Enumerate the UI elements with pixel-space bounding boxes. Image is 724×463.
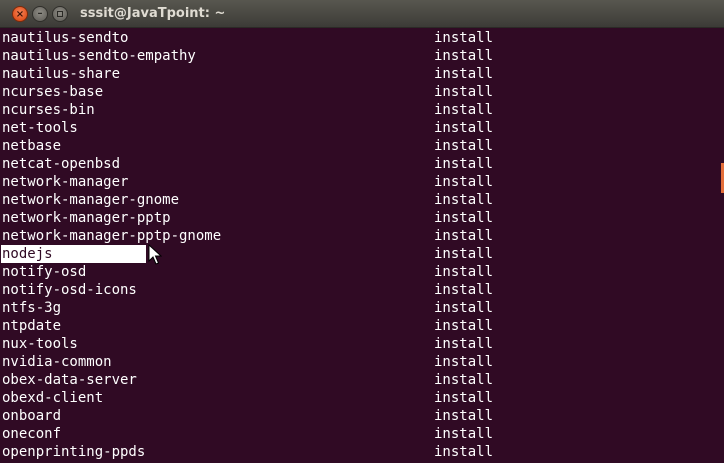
package-action: install: [434, 390, 494, 406]
package-name: nodejs: [1, 245, 146, 263]
package-name: ntpdate: [2, 318, 62, 334]
package-action: install: [434, 336, 494, 352]
package-action: install: [434, 246, 494, 262]
minimize-button[interactable]: –: [32, 6, 48, 22]
package-name: ncurses-base: [2, 84, 104, 100]
terminal-row[interactable]: openprinting-ppds install: [0, 443, 718, 461]
terminal-row[interactable]: nux-tools install: [0, 335, 718, 353]
terminal-row[interactable]: netbase install: [0, 137, 718, 155]
package-action: install: [434, 264, 494, 280]
package-action: install: [434, 282, 494, 298]
close-icon: ×: [15, 9, 25, 20]
maximize-button[interactable]: [52, 6, 68, 22]
package-action: install: [434, 228, 494, 244]
maximize-icon: [57, 11, 63, 17]
window-title: sssit@JavaTpoint: ~: [80, 6, 226, 21]
terminal-row-selected[interactable]: nodejs install: [0, 245, 718, 263]
terminal-row[interactable]: ncurses-bin install: [0, 101, 718, 119]
package-action: install: [434, 156, 494, 172]
package-name: network-manager-gnome: [2, 192, 180, 208]
package-name: netbase: [2, 138, 62, 154]
terminal-row[interactable]: oneconf install: [0, 425, 718, 443]
terminal-row[interactable]: ntpdate install: [0, 317, 718, 335]
mouse-pointer-icon: [148, 244, 162, 265]
terminal-row[interactable]: nautilus-sendto-empathy install: [0, 47, 718, 65]
terminal-row[interactable]: obexd-client install: [0, 389, 718, 407]
package-name: obex-data-server: [2, 372, 137, 388]
terminal-row[interactable]: obex-data-server install: [0, 371, 718, 389]
package-name: netcat-openbsd: [2, 156, 121, 172]
package-action: install: [434, 48, 494, 64]
package-action: install: [434, 138, 494, 154]
terminal-row[interactable]: network-manager-pptp-gnome install: [0, 227, 718, 245]
package-action: install: [434, 408, 494, 424]
package-action: install: [434, 66, 494, 82]
package-action: install: [434, 30, 494, 46]
terminal-row[interactable]: network-manager-pptp install: [0, 209, 718, 227]
terminal-row[interactable]: ntfs-3g install: [0, 299, 718, 317]
terminal-row[interactable]: onboard install: [0, 407, 718, 425]
terminal-row[interactable]: notify-osd-icons install: [0, 281, 718, 299]
terminal-row[interactable]: nvidia-common install: [0, 353, 718, 371]
close-button[interactable]: ×: [12, 6, 28, 22]
terminal-row[interactable]: nautilus-share install: [0, 65, 718, 83]
title-bar[interactable]: × – sssit@JavaTpoint: ~: [0, 0, 724, 28]
package-name: nautilus-share: [2, 66, 121, 82]
terminal-row[interactable]: netcat-openbsd install: [0, 155, 718, 173]
package-action: install: [434, 372, 494, 388]
package-name: obexd-client: [2, 390, 104, 406]
package-name: nux-tools: [2, 336, 78, 352]
package-name: net-tools: [2, 120, 78, 136]
package-action: install: [434, 174, 494, 190]
package-name: nautilus-sendto-empathy: [2, 48, 196, 64]
terminal-row[interactable]: network-manager-gnome install: [0, 191, 718, 209]
terminal-row[interactable]: net-tools install: [0, 119, 718, 137]
package-name: onboard: [2, 408, 62, 424]
package-name: oneconf: [2, 426, 62, 442]
package-name: openprinting-ppds: [2, 444, 146, 460]
package-name: nautilus-sendto: [2, 30, 129, 46]
package-name: network-manager: [2, 174, 129, 190]
terminal-row[interactable]: network-manager install: [0, 173, 718, 191]
terminal-row[interactable]: ncurses-base install: [0, 83, 718, 101]
package-name: ntfs-3g: [2, 300, 62, 316]
package-action: install: [434, 354, 494, 370]
package-name: nvidia-common: [2, 354, 112, 370]
terminal-row[interactable]: notify-osd install: [0, 263, 718, 281]
package-action: install: [434, 300, 494, 316]
package-action: install: [434, 120, 494, 136]
package-name: notify-osd: [2, 264, 87, 280]
package-action: install: [434, 444, 494, 460]
package-action: install: [434, 102, 494, 118]
package-action: install: [434, 318, 494, 334]
scrollbar[interactable]: [718, 29, 724, 463]
package-action: install: [434, 84, 494, 100]
package-name: network-manager-pptp-gnome: [2, 228, 222, 244]
minimize-icon: –: [37, 8, 43, 19]
package-name: notify-osd-icons: [2, 282, 137, 298]
package-action: install: [434, 210, 494, 226]
package-action: install: [434, 426, 494, 442]
package-action: install: [434, 192, 494, 208]
package-name: ncurses-bin: [2, 102, 95, 118]
terminal-window: × – sssit@JavaTpoint: ~ nautilus-sendto i…: [0, 0, 724, 463]
package-name: network-manager-pptp: [2, 210, 171, 226]
terminal-output[interactable]: nautilus-sendto install nautilus-sendto-em…: [0, 29, 718, 463]
terminal-row[interactable]: nautilus-sendto install: [0, 29, 718, 47]
